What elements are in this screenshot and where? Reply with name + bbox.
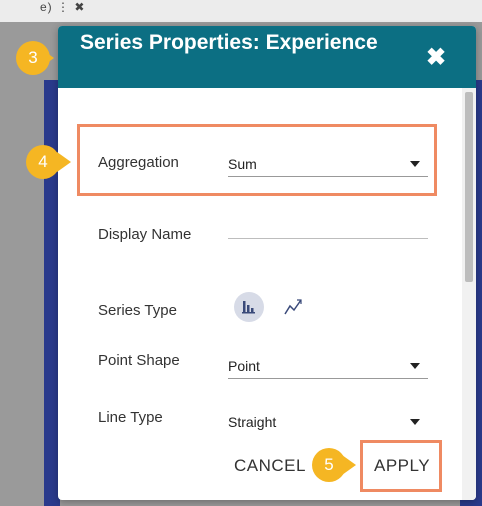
dialog-scrollbar[interactable] [462, 88, 476, 500]
background-toolbar-text: e) ⋮ ✖ [40, 0, 86, 14]
close-icon[interactable]: ✖ [422, 44, 450, 72]
display-name-label: Display Name [98, 226, 192, 243]
series-type-label: Series Type [98, 302, 177, 319]
dialog-header: Series Properties: Experience ✖ [58, 26, 476, 88]
scrollbar-thumb[interactable] [465, 92, 473, 282]
chevron-down-icon [410, 363, 420, 369]
cancel-button[interactable]: CANCEL [234, 456, 306, 476]
display-name-input[interactable] [228, 238, 428, 239]
bar-chart-icon[interactable] [234, 292, 264, 322]
line-type-label: Line Type [98, 409, 163, 426]
point-shape-value: Point [228, 358, 260, 374]
step-3-badge: 3 [16, 41, 50, 75]
dialog-title: Series Properties: Experience [80, 31, 378, 54]
line-type-select[interactable]: Straight [228, 408, 428, 434]
background-toolbar: e) ⋮ ✖ [0, 0, 482, 22]
aggregation-highlight [77, 124, 437, 196]
series-properties-dialog: Series Properties: Experience ✖ Aggregat… [58, 26, 476, 500]
line-chart-glyph [284, 299, 302, 315]
chevron-down-icon [410, 419, 420, 425]
step-5-badge: 5 [312, 448, 346, 482]
step-4-badge: 4 [26, 145, 60, 179]
line-chart-icon[interactable] [282, 296, 306, 318]
line-type-value: Straight [228, 414, 277, 430]
point-shape-label: Point Shape [98, 352, 180, 369]
bar-chart-glyph [242, 301, 255, 314]
apply-highlight [360, 440, 442, 492]
point-shape-select[interactable]: Point [228, 352, 428, 379]
